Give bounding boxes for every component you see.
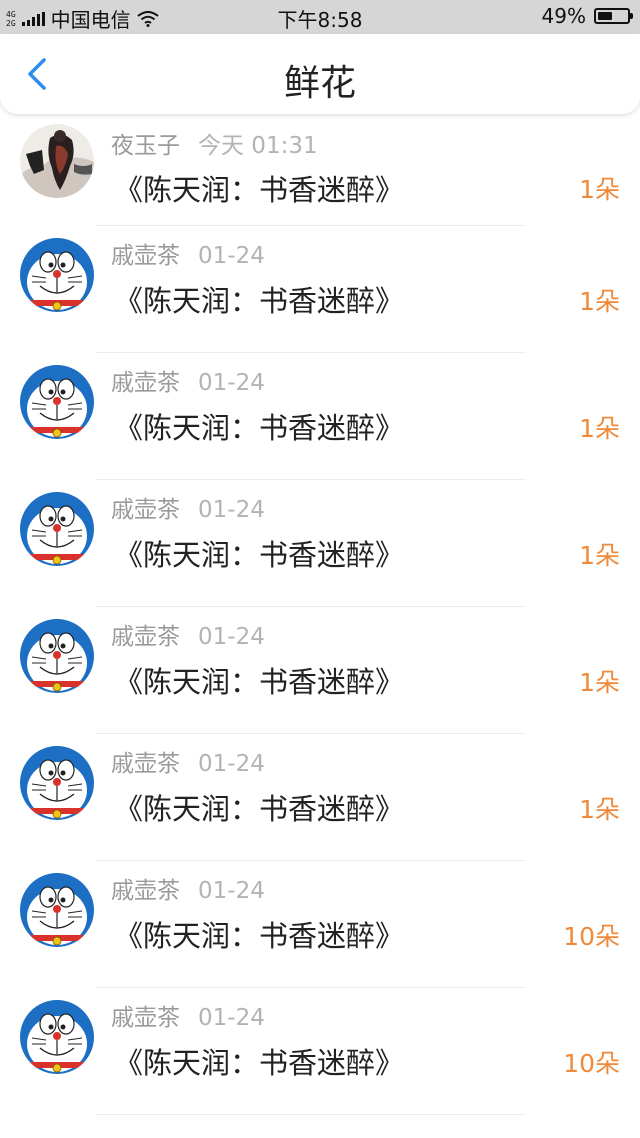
item-meta: 戚壶茶 01-24	[111, 236, 265, 270]
list-item[interactable]: 戚壶茶 01-24 《陈天润：书香迷醉》 1朵	[0, 353, 640, 480]
doraemon-avatar[interactable]	[20, 746, 94, 820]
item-time: 01-24	[198, 624, 265, 650]
navigation-bar: 鲜花	[0, 34, 640, 114]
item-time: 今天 01:31	[198, 133, 318, 159]
flower-count: 1朵	[579, 668, 620, 697]
flower-count: 1朵	[579, 175, 620, 204]
ink-painting-avatar[interactable]	[20, 124, 94, 198]
item-meta: 戚壶茶 01-24	[111, 617, 265, 651]
user-name[interactable]: 戚壶茶	[111, 243, 180, 269]
book-title[interactable]: 《陈天润：书香迷醉》	[114, 913, 404, 955]
item-time: 01-24	[198, 878, 265, 904]
flower-count: 1朵	[579, 541, 620, 570]
doraemon-avatar[interactable]	[20, 619, 94, 693]
doraemon-avatar[interactable]	[20, 365, 94, 439]
user-name[interactable]: 戚壶茶	[111, 624, 180, 650]
user-name[interactable]: 戚壶茶	[111, 497, 180, 523]
item-meta: 夜玉子 今天 01:31	[111, 126, 318, 160]
item-meta: 戚壶茶 01-24	[111, 363, 265, 397]
user-name[interactable]: 戚壶茶	[111, 1005, 180, 1031]
battery-fill	[598, 12, 612, 20]
status-right: 49%	[541, 4, 633, 28]
flower-count: 1朵	[579, 287, 620, 316]
flower-count: 1朵	[579, 795, 620, 824]
flower-count: 10朵	[563, 922, 620, 951]
flower-count: 1朵	[579, 414, 620, 443]
status-bar: 4G 2G 中国电信 下午8:58 49%	[0, 0, 640, 34]
battery-percent: 49%	[541, 4, 586, 28]
item-time: 01-24	[198, 497, 265, 523]
list-item[interactable]: 戚壶茶 01-24 《陈天润：书香迷醉》 10朵	[0, 861, 640, 988]
item-meta: 戚壶茶 01-24	[111, 744, 265, 778]
battery-icon	[594, 8, 633, 24]
flower-list: 夜玉子 今天 01:31 《陈天润：书香迷醉》 1朵 戚壶茶 01-24 《陈天润：书香迷…	[0, 114, 640, 1115]
item-time: 01-24	[198, 751, 265, 777]
list-item[interactable]: 戚壶茶 01-24 《陈天润：书香迷醉》 1朵	[0, 607, 640, 734]
list-item[interactable]: 夜玉子 今天 01:31 《陈天润：书香迷醉》 1朵	[0, 114, 640, 226]
user-name[interactable]: 夜玉子	[111, 133, 180, 159]
user-name[interactable]: 戚壶茶	[111, 370, 180, 396]
list-item[interactable]: 戚壶茶 01-24 《陈天润：书香迷醉》 10朵	[0, 988, 640, 1115]
item-time: 01-24	[198, 370, 265, 396]
user-name[interactable]: 戚壶茶	[111, 751, 180, 777]
item-time: 01-24	[198, 243, 265, 269]
user-name[interactable]: 戚壶茶	[111, 878, 180, 904]
list-item[interactable]: 戚壶茶 01-24 《陈天润：书香迷醉》 1朵	[0, 480, 640, 607]
book-title[interactable]: 《陈天润：书香迷醉》	[114, 405, 404, 447]
book-title[interactable]: 《陈天润：书香迷醉》	[114, 278, 404, 320]
list-item[interactable]: 戚壶茶 01-24 《陈天润：书香迷醉》 1朵	[0, 734, 640, 861]
book-title[interactable]: 《陈天润：书香迷醉》	[114, 659, 404, 701]
row-divider	[96, 1114, 526, 1115]
item-meta: 戚壶茶 01-24	[111, 871, 265, 905]
doraemon-avatar[interactable]	[20, 873, 94, 947]
doraemon-avatar[interactable]	[20, 238, 94, 312]
doraemon-avatar[interactable]	[20, 1000, 94, 1074]
book-title[interactable]: 《陈天润：书香迷醉》	[114, 532, 404, 574]
page-title: 鲜花	[283, 63, 356, 104]
item-time: 01-24	[198, 1005, 265, 1031]
doraemon-avatar[interactable]	[20, 492, 94, 566]
book-title[interactable]: 《陈天润：书香迷醉》	[114, 786, 404, 828]
book-title[interactable]: 《陈天润：书香迷醉》	[114, 167, 404, 209]
flower-count: 10朵	[563, 1049, 620, 1078]
item-meta: 戚壶茶 01-24	[111, 490, 265, 524]
book-title[interactable]: 《陈天润：书香迷醉》	[114, 1040, 404, 1082]
list-item[interactable]: 戚壶茶 01-24 《陈天润：书香迷醉》 1朵	[0, 226, 640, 353]
item-meta: 戚壶茶 01-24	[111, 998, 265, 1032]
